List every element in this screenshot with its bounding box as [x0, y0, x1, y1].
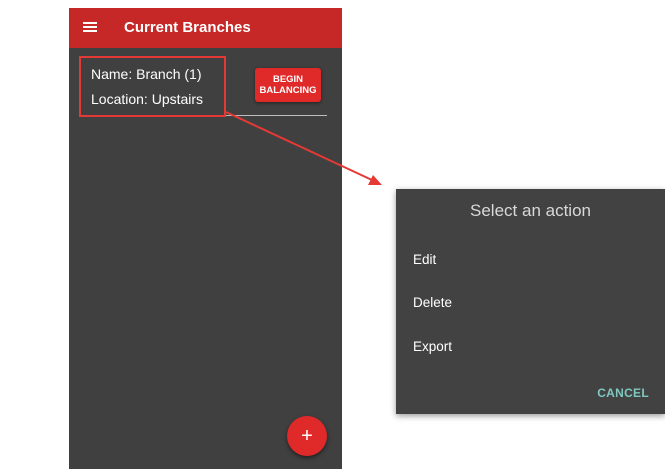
begin-balancing-label-line1: BEGIN [272, 74, 304, 85]
begin-balancing-button[interactable]: BEGIN BALANCING [255, 68, 321, 102]
phone-screen: Current Branches Name: Branch (1) Locati… [69, 8, 342, 469]
dialog-item-export[interactable]: Export [413, 339, 452, 354]
add-branch-fab[interactable]: + [287, 416, 327, 456]
app-bar: Current Branches [69, 8, 342, 48]
dialog-title: Select an action [470, 201, 591, 220]
begin-balancing-label-line2: BALANCING [259, 85, 317, 96]
plus-icon: + [301, 424, 313, 447]
select-action-dialog: Select an action Edit Delete Export CANC… [396, 189, 665, 414]
dialog-item-delete[interactable]: Delete [413, 295, 452, 310]
screenshot-stage: Current Branches Name: Branch (1) Locati… [0, 0, 665, 469]
branch-location-text: Location: Upstairs [91, 91, 204, 107]
dialog-cancel-button[interactable]: CANCEL [597, 386, 649, 400]
hamburger-menu-icon[interactable] [83, 20, 97, 34]
dialog-item-edit[interactable]: Edit [413, 252, 436, 267]
page-title: Current Branches [124, 19, 251, 36]
list-divider [83, 115, 327, 116]
branch-name-text: Name: Branch (1) [91, 66, 202, 82]
